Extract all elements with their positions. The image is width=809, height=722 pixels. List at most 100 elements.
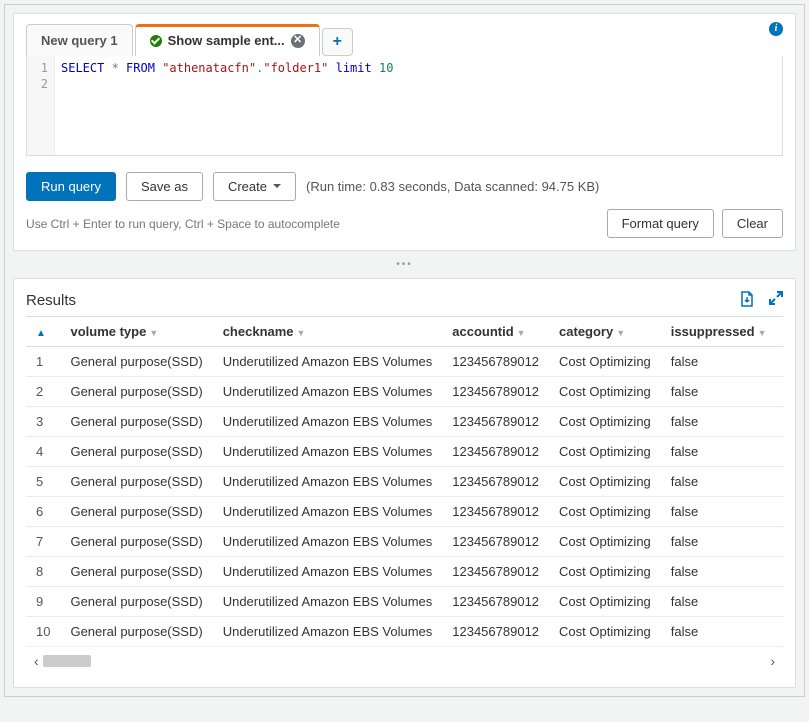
cell-volume-type: General purpose(SSD) bbox=[60, 587, 212, 617]
cell-accountid: 123456789012 bbox=[442, 557, 549, 587]
format-query-button[interactable]: Format query bbox=[607, 209, 714, 238]
results-title: Results bbox=[26, 292, 76, 309]
cell-issuppressed: false bbox=[661, 617, 777, 647]
cell-checkname: Underutilized Amazon EBS Volumes bbox=[213, 527, 443, 557]
cell-volume-type: General purpose(SSD) bbox=[60, 527, 212, 557]
cell-checkname: Underutilized Amazon EBS Volumes bbox=[213, 587, 443, 617]
scroll-right-icon[interactable]: › bbox=[766, 653, 779, 669]
cell-category: Cost Optimizing bbox=[549, 467, 661, 497]
cell-rownum: 5 bbox=[26, 467, 60, 497]
cell-snapshot: snap-0ff6 bbox=[777, 587, 783, 617]
cell-volume-type: General purpose(SSD) bbox=[60, 407, 212, 437]
cell-rownum: 1 bbox=[26, 347, 60, 377]
table-row: 1General purpose(SSD)Underutilized Amazo… bbox=[26, 347, 783, 377]
horizontal-scrollbar[interactable]: ‹ › bbox=[26, 647, 783, 675]
cell-accountid: 123456789012 bbox=[442, 437, 549, 467]
cell-rownum: 4 bbox=[26, 437, 60, 467]
cell-checkname: Underutilized Amazon EBS Volumes bbox=[213, 347, 443, 377]
cell-snapshot: snap-0ef4 bbox=[777, 467, 783, 497]
cell-checkname: Underutilized Amazon EBS Volumes bbox=[213, 557, 443, 587]
table-row: 4General purpose(SSD)Underutilized Amazo… bbox=[26, 437, 783, 467]
col-volume-type[interactable]: volume type▼ bbox=[60, 317, 212, 347]
hint-text: Use Ctrl + Enter to run query, Ctrl + Sp… bbox=[26, 217, 340, 231]
cell-category: Cost Optimizing bbox=[549, 347, 661, 377]
cell-checkname: Underutilized Amazon EBS Volumes bbox=[213, 467, 443, 497]
query-toolbar-2: Use Ctrl + Enter to run query, Ctrl + Sp… bbox=[26, 209, 783, 238]
save-as-button[interactable]: Save as bbox=[126, 172, 203, 201]
cell-volume-type: General purpose(SSD) bbox=[60, 377, 212, 407]
cell-category: Cost Optimizing bbox=[549, 407, 661, 437]
cell-category: Cost Optimizing bbox=[549, 497, 661, 527]
col-issuppressed[interactable]: issuppressed▼ bbox=[661, 317, 777, 347]
cell-issuppressed: false bbox=[661, 347, 777, 377]
cell-checkname: Underutilized Amazon EBS Volumes bbox=[213, 497, 443, 527]
cell-volume-type: General purpose(SSD) bbox=[60, 557, 212, 587]
cell-volume-type: General purpose(SSD) bbox=[60, 347, 212, 377]
cell-issuppressed: false bbox=[661, 587, 777, 617]
cell-issuppressed: false bbox=[661, 377, 777, 407]
download-icon[interactable] bbox=[739, 291, 755, 310]
results-panel: Results ▲ volume type▼ checkname▼ accoun… bbox=[13, 278, 796, 688]
col-checkname[interactable]: checkname▼ bbox=[213, 317, 443, 347]
query-stats: (Run time: 0.83 seconds, Data scanned: 9… bbox=[306, 179, 599, 194]
info-icon[interactable]: i bbox=[769, 22, 783, 36]
table-row: 9General purpose(SSD)Underutilized Amazo… bbox=[26, 587, 783, 617]
cell-issuppressed: false bbox=[661, 437, 777, 467]
col-snapshot[interactable]: snapshot bbox=[777, 317, 783, 347]
scroll-thumb[interactable] bbox=[43, 655, 91, 667]
cell-snapshot: snap-0a5 bbox=[777, 497, 783, 527]
table-row: 6General purpose(SSD)Underutilized Amazo… bbox=[26, 497, 783, 527]
cell-accountid: 123456789012 bbox=[442, 527, 549, 557]
table-row: 2General purpose(SSD)Underutilized Amazo… bbox=[26, 377, 783, 407]
close-icon[interactable]: ✕ bbox=[291, 34, 305, 48]
cell-snapshot bbox=[777, 557, 783, 587]
cell-snapshot bbox=[777, 407, 783, 437]
query-editor-panel: i New query 1 Show sample ent... ✕ + 1 2… bbox=[13, 13, 796, 251]
run-query-button[interactable]: Run query bbox=[26, 172, 116, 201]
cell-rownum: 3 bbox=[26, 407, 60, 437]
scroll-track[interactable] bbox=[43, 655, 767, 667]
add-tab-button[interactable]: + bbox=[322, 28, 353, 56]
cell-issuppressed: false bbox=[661, 467, 777, 497]
cell-snapshot: snap-0d4 bbox=[777, 347, 783, 377]
query-toolbar: Run query Save as Create (Run time: 0.83… bbox=[26, 172, 783, 201]
cell-rownum: 9 bbox=[26, 587, 60, 617]
cell-issuppressed: false bbox=[661, 407, 777, 437]
cell-category: Cost Optimizing bbox=[549, 617, 661, 647]
cell-rownum: 10 bbox=[26, 617, 60, 647]
cell-rownum: 7 bbox=[26, 527, 60, 557]
table-row: 8General purpose(SSD)Underutilized Amazo… bbox=[26, 557, 783, 587]
query-tabs: New query 1 Show sample ent... ✕ + bbox=[26, 14, 783, 56]
cell-checkname: Underutilized Amazon EBS Volumes bbox=[213, 407, 443, 437]
expand-icon[interactable] bbox=[769, 291, 783, 310]
results-table-wrap: ▲ volume type▼ checkname▼ accountid▼ cat… bbox=[26, 316, 783, 647]
resize-handle[interactable]: ••• bbox=[5, 259, 804, 270]
cell-category: Cost Optimizing bbox=[549, 527, 661, 557]
col-accountid[interactable]: accountid▼ bbox=[442, 317, 549, 347]
create-dropdown-button[interactable]: Create bbox=[213, 172, 296, 201]
tab-label: Show sample ent... bbox=[168, 33, 285, 48]
table-header-row: ▲ volume type▼ checkname▼ accountid▼ cat… bbox=[26, 317, 783, 347]
tab-show-sample[interactable]: Show sample ent... ✕ bbox=[135, 24, 320, 56]
cell-volume-type: General purpose(SSD) bbox=[60, 617, 212, 647]
editor-code[interactable]: SELECT * FROM "athenatacfn"."folder1" li… bbox=[55, 56, 399, 155]
cell-category: Cost Optimizing bbox=[549, 557, 661, 587]
cell-rownum: 8 bbox=[26, 557, 60, 587]
col-category[interactable]: category▼ bbox=[549, 317, 661, 347]
table-row: 3General purpose(SSD)Underutilized Amazo… bbox=[26, 407, 783, 437]
cell-volume-type: General purpose(SSD) bbox=[60, 437, 212, 467]
cell-accountid: 123456789012 bbox=[442, 377, 549, 407]
clear-button[interactable]: Clear bbox=[722, 209, 783, 238]
cell-accountid: 123456789012 bbox=[442, 467, 549, 497]
table-row: 10General purpose(SSD)Underutilized Amaz… bbox=[26, 617, 783, 647]
cell-rownum: 6 bbox=[26, 497, 60, 527]
cell-accountid: 123456789012 bbox=[442, 347, 549, 377]
sql-editor[interactable]: 1 2 SELECT * FROM "athenatacfn"."folder1… bbox=[26, 56, 783, 156]
col-rownum[interactable]: ▲ bbox=[26, 317, 60, 347]
scroll-left-icon[interactable]: ‹ bbox=[30, 653, 43, 669]
cell-snapshot bbox=[777, 617, 783, 647]
cell-checkname: Underutilized Amazon EBS Volumes bbox=[213, 617, 443, 647]
cell-category: Cost Optimizing bbox=[549, 587, 661, 617]
tab-new-query-1[interactable]: New query 1 bbox=[26, 24, 133, 56]
table-row: 5General purpose(SSD)Underutilized Amazo… bbox=[26, 467, 783, 497]
